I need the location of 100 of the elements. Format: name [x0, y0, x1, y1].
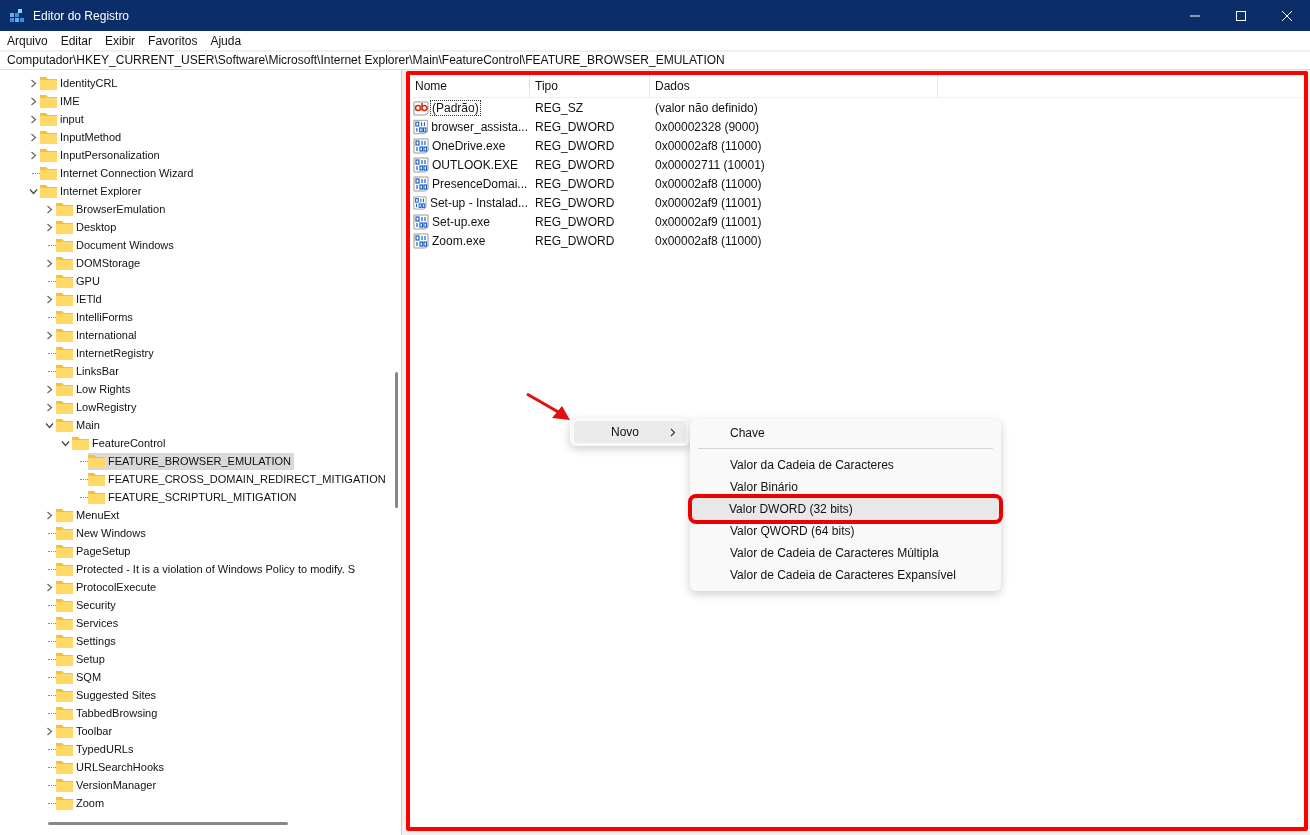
expand-chevron-icon[interactable] — [45, 402, 53, 412]
expand-chevron-icon[interactable] — [29, 132, 37, 142]
value-name[interactable]: (Padrão) — [430, 99, 481, 116]
tree-item[interactable]: Internet Explorer — [40, 182, 145, 200]
tree-item[interactable]: Main — [56, 416, 103, 434]
expand-chevron-icon[interactable] — [29, 96, 37, 106]
value-data: 0x00002328 (9000) — [654, 119, 761, 134]
tree-item[interactable]: Document Windows — [56, 236, 177, 254]
folder-icon — [56, 652, 73, 666]
value-name[interactable]: PresenceDomai... — [430, 175, 530, 192]
tree-item[interactable]: LinksBar — [56, 362, 122, 380]
collapse-chevron-icon[interactable] — [60, 439, 70, 447]
collapse-chevron-icon[interactable] — [44, 421, 54, 429]
tree-item[interactable]: BrowserEmulation — [56, 200, 169, 218]
tree-item[interactable]: Setup — [56, 650, 108, 668]
menu-item[interactable]: Valor QWORD (64 bits) — [693, 520, 998, 542]
tree-item[interactable]: LowRegistry — [56, 398, 140, 416]
tree-item[interactable]: IETld — [56, 290, 105, 308]
menu-item[interactable]: Ajuda — [203, 33, 248, 48]
tree-item[interactable]: Protected - It is a violation of Windows Policy to modify. S — [56, 560, 359, 578]
expand-chevron-icon[interactable] — [45, 330, 53, 340]
menu-item[interactable]: Valor de Cadeia de Caracteres Múltipla — [693, 542, 998, 564]
value-name[interactable]: OUTLOOK.EXE — [430, 156, 521, 173]
tree-item[interactable]: TypedURLs — [56, 740, 137, 758]
menu-item[interactable]: Arquivo — [0, 33, 54, 48]
tree-item[interactable]: Low Rights — [56, 380, 134, 398]
expand-chevron-icon[interactable] — [45, 726, 53, 736]
address-field[interactable]: Computador\HKEY_CURRENT_USER\Software\Microsoft\Internet Explorer\Main\FeatureControl\FEATURE_BROWSER_EMULATION — [0, 52, 1310, 70]
folder-icon — [40, 130, 57, 144]
tree-item[interactable]: VersionManager — [56, 776, 160, 794]
tree-item[interactable]: InternetRegistry — [56, 344, 157, 362]
menu-item[interactable]: Valor da Cadeia de Caracteres — [693, 454, 998, 476]
tree-item[interactable]: FEATURE_SCRIPTURL_MITIGATION — [88, 488, 300, 506]
menu-item[interactable]: Favoritos — [141, 33, 204, 48]
menu-item[interactable]: Chave — [693, 422, 998, 444]
menu-item[interactable]: Exibir — [98, 33, 142, 48]
tree-item[interactable]: Settings — [56, 632, 119, 650]
tree-item[interactable]: InputPersonalization — [40, 146, 163, 164]
tree-item[interactable]: Zoom — [56, 794, 108, 812]
value-name[interactable]: browser_assista... — [429, 118, 530, 135]
tree-item[interactable]: MenuExt — [56, 506, 123, 524]
tree-item[interactable]: DOMStorage — [56, 254, 144, 272]
value-name[interactable]: Zoom.exe — [430, 232, 488, 249]
menu-item[interactable]: Valor Binário — [693, 476, 998, 498]
tree-item[interactable]: New Windows — [56, 524, 149, 542]
tree-item[interactable]: IME — [40, 92, 83, 110]
expand-chevron-icon[interactable] — [45, 294, 53, 304]
tree-item[interactable]: SQM — [56, 668, 105, 686]
scrollbar-thumb[interactable] — [395, 372, 398, 508]
folder-icon — [56, 310, 73, 324]
expand-chevron-icon[interactable] — [45, 222, 53, 232]
collapse-chevron-icon[interactable] — [28, 187, 38, 195]
folder-icon — [56, 760, 73, 774]
column-header[interactable]: Tipo — [530, 75, 650, 97]
value-type: REG_DWORD — [534, 214, 616, 229]
tree-item[interactable]: TabbedBrowsing — [56, 704, 161, 722]
tree-item[interactable]: Internet Connection Wizard — [40, 164, 197, 182]
value-name[interactable]: Set-up - Instalad... — [427, 194, 530, 211]
expand-chevron-icon[interactable] — [29, 150, 37, 160]
close-icon[interactable] — [1282, 10, 1292, 21]
scrollbar-thumb[interactable] — [48, 822, 288, 825]
tree-item[interactable]: input — [40, 110, 87, 128]
tree-item[interactable]: PageSetup — [56, 542, 134, 560]
column-header[interactable]: Dados — [650, 75, 938, 97]
tree-item[interactable]: International — [56, 326, 140, 344]
folder-icon — [56, 778, 73, 792]
tree-item[interactable]: FEATURE_CROSS_DOMAIN_REDIRECT_MITIGATION — [88, 470, 389, 488]
menu-item[interactable]: Valor de Cadeia de Caracteres Expansível — [693, 564, 998, 586]
value-name[interactable]: OneDrive.exe — [430, 137, 508, 154]
registry-icon — [9, 7, 25, 24]
tree-item[interactable]: IntelliForms — [56, 308, 136, 326]
menu-item[interactable]: Editar — [53, 33, 99, 48]
column-header[interactable]: Nome — [410, 75, 530, 97]
tree-item[interactable]: Security — [56, 596, 119, 614]
expand-chevron-icon[interactable] — [29, 78, 37, 88]
tree-item[interactable]: GPU — [56, 272, 103, 290]
tree-item[interactable]: Desktop — [56, 218, 120, 236]
maximize-icon[interactable] — [1236, 10, 1246, 21]
tree-item[interactable]: FEATURE_BROWSER_EMULATION — [88, 452, 294, 470]
expand-chevron-icon[interactable] — [45, 582, 53, 592]
value-data: 0x00002af9 (11001) — [654, 195, 763, 210]
menu-item[interactable]: Novo — [574, 421, 686, 443]
folder-icon — [56, 328, 73, 342]
value-data: 0x00002af8 (11000) — [654, 138, 763, 153]
value-name[interactable]: Set-up.exe — [430, 213, 493, 230]
tree-item[interactable]: ProtocolExecute — [56, 578, 160, 596]
tree-item[interactable]: Services — [56, 614, 122, 632]
tree-item[interactable]: FeatureControl — [72, 434, 169, 452]
tree-item[interactable]: Suggested Sites — [56, 686, 160, 704]
tree-item[interactable]: Toolbar — [56, 722, 116, 740]
expand-chevron-icon[interactable] — [29, 114, 37, 124]
expand-chevron-icon[interactable] — [45, 204, 53, 214]
tree-item[interactable]: URLSearchHooks — [56, 758, 168, 776]
expand-chevron-icon[interactable] — [45, 258, 53, 268]
tree-item[interactable]: IdentityCRL — [40, 74, 121, 92]
tree-item[interactable]: InputMethod — [40, 128, 125, 146]
folder-icon — [56, 670, 73, 684]
window-title: Editor do Registro — [33, 8, 130, 23]
expand-chevron-icon[interactable] — [45, 384, 53, 394]
expand-chevron-icon[interactable] — [45, 510, 53, 520]
